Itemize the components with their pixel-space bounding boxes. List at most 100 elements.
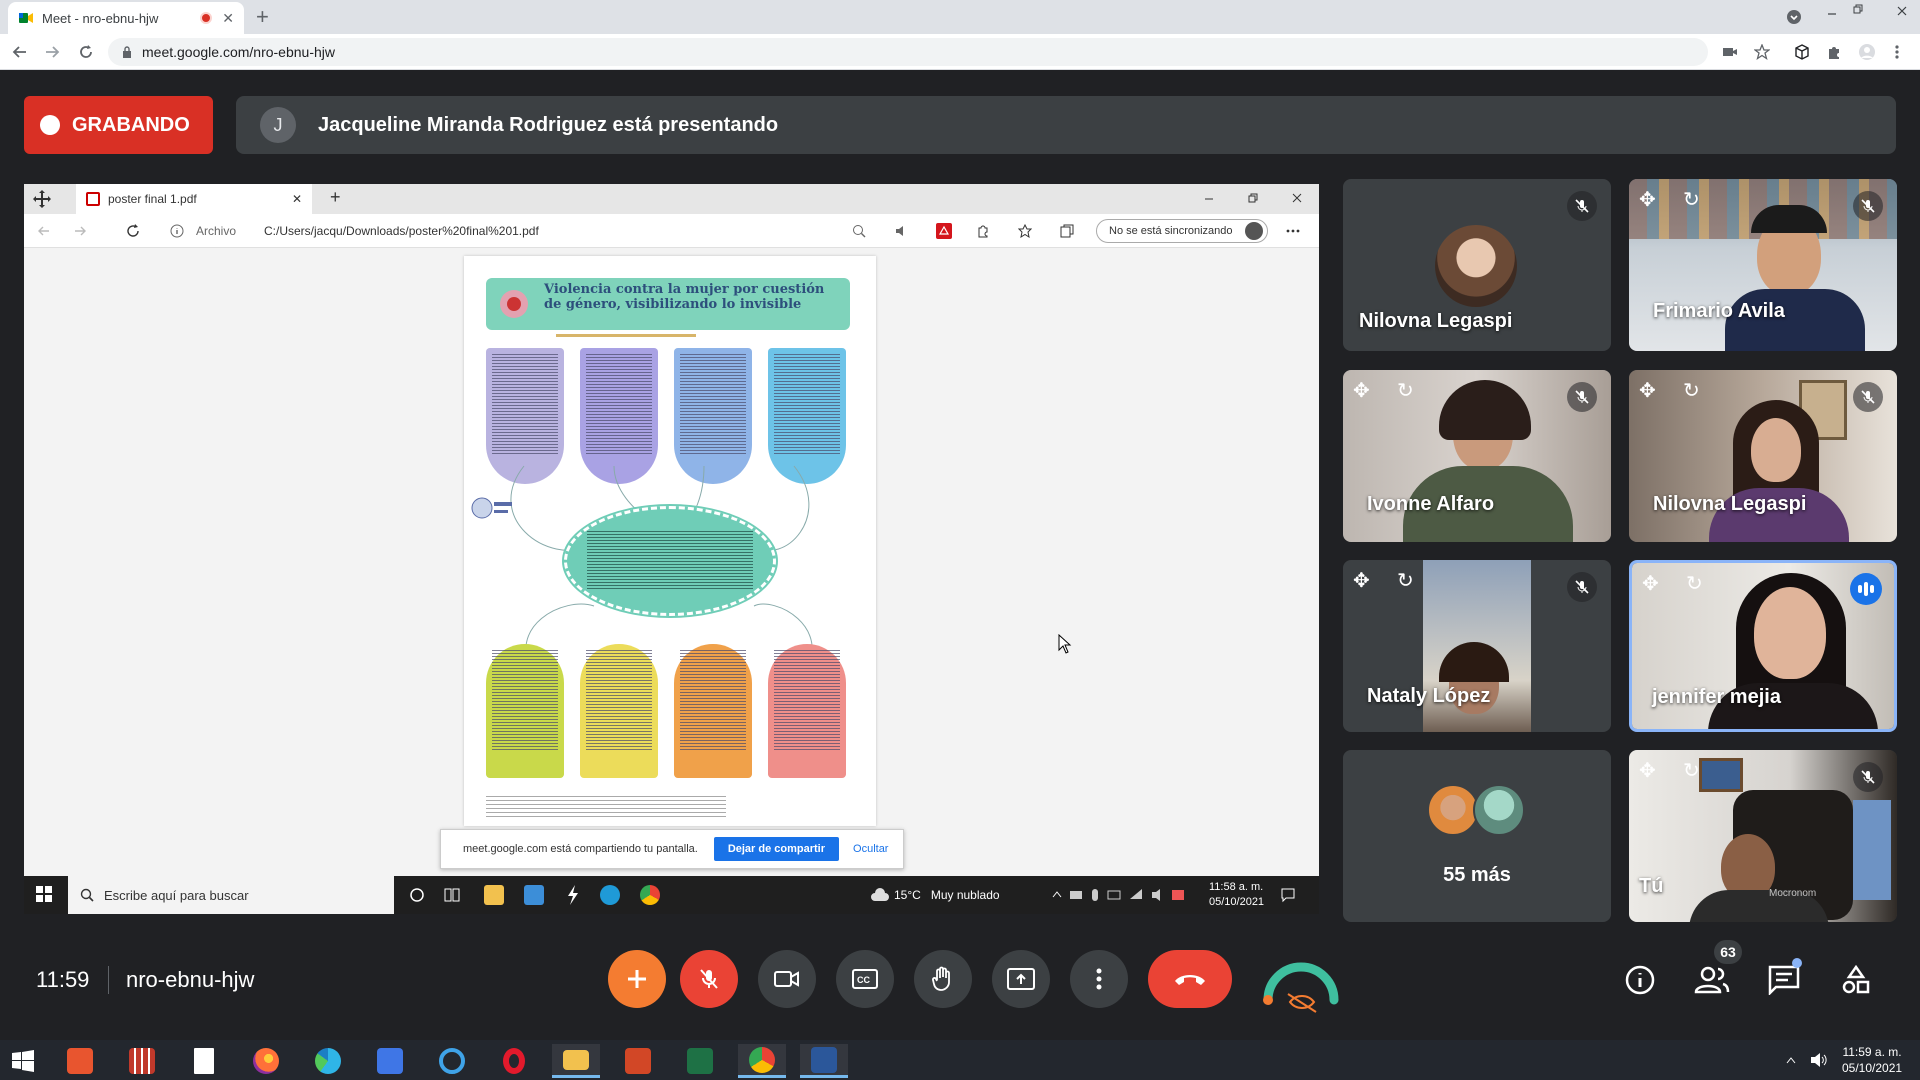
taskbar-app-firefox[interactable] [242,1044,290,1078]
action-center-icon[interactable] [1280,887,1296,903]
taskbar-app-calculator[interactable] [118,1044,166,1078]
forward-icon[interactable] [44,44,60,60]
collections-icon[interactable] [1060,224,1074,238]
info-circle-icon[interactable] [170,224,184,238]
activities-button[interactable] [608,950,666,1008]
raise-hand-button[interactable] [914,950,972,1008]
tray-chevron-icon[interactable] [1052,890,1062,898]
extensions-puzzle-icon[interactable] [1826,44,1842,60]
new-tab-button[interactable]: + [256,4,269,30]
edge-close-tab-icon[interactable]: ✕ [292,192,302,206]
read-aloud-icon[interactable] [894,224,908,238]
chrome-taskbar-icon[interactable] [640,885,660,905]
camera-toggle-button[interactable] [758,950,816,1008]
more-participants-tile[interactable]: 55 más [1343,750,1611,922]
edge-menu-icon[interactable] [1286,229,1300,233]
refresh-video-icon[interactable]: ↻ [1683,758,1700,783]
bookmark-star-icon[interactable] [1754,44,1770,60]
taskbar-app-chrome[interactable] [738,1044,786,1078]
tray-icons[interactable] [1068,887,1198,903]
participant-tile[interactable]: Nilovna Legaspi [1343,179,1611,351]
taskbar-app-ie[interactable] [428,1044,476,1078]
edge-forward-icon[interactable] [74,225,86,237]
back-icon[interactable] [12,44,28,60]
windows-search-box[interactable]: Escribe aquí para buscar [68,876,394,914]
extension-cube-icon[interactable] [1794,44,1810,60]
taskbar-app-word[interactable] [800,1044,848,1078]
move-screen-icon[interactable] [32,189,52,209]
tray-chevron-icon[interactable] [1786,1056,1796,1064]
edge-back-icon[interactable] [38,225,50,237]
microphone-toggle-button[interactable] [680,950,738,1008]
stop-sharing-button[interactable]: Dejar de compartir [713,837,840,861]
recording-badge[interactable]: GRABANDO [24,96,213,154]
edge-close-window-icon[interactable] [1292,193,1302,203]
move-tile-icon[interactable]: ✥ [1353,568,1370,593]
refresh-video-icon[interactable]: ↻ [1683,187,1700,212]
refresh-video-icon[interactable]: ↻ [1686,571,1703,596]
taskbar-app-notepad[interactable] [180,1044,228,1078]
taskbar-app-recorder[interactable] [56,1044,104,1078]
host-system-clock[interactable]: 11:59 a. m. 05/10/2021 [1842,1044,1902,1076]
close-tab-icon[interactable]: ✕ [222,10,234,27]
edge-taskbar-icon[interactable] [600,885,620,905]
windows-start-icon[interactable] [36,886,52,902]
edge-tab-pdf[interactable]: poster final 1.pdf ✕ [76,184,312,214]
minimize-window-icon[interactable] [1826,8,1838,20]
browser-tab-meet[interactable]: Meet - nro-ebnu-hjw ✕ [8,2,244,34]
tab-search-icon[interactable] [1786,9,1802,25]
participant-tile[interactable]: ✥ ↻ Nilovna Legaspi [1629,370,1897,542]
extension-gauge-icon[interactable] [1258,944,1344,1014]
captions-button[interactable]: CC [836,950,894,1008]
browser-menu-icon[interactable] [1894,44,1900,60]
participant-tile[interactable]: ✥ ↻ Frimario Avila [1629,179,1897,351]
move-tile-icon[interactable]: ✥ [1639,187,1656,212]
meeting-code[interactable]: nro-ebnu-hjw [126,967,254,993]
mail-icon[interactable] [524,885,544,905]
meeting-details-button[interactable] [1620,960,1660,1000]
close-window-icon[interactable] [1896,5,1908,17]
edge-new-tab-button[interactable]: + [330,187,341,208]
taskbar-app-opera[interactable] [490,1044,538,1078]
reload-icon[interactable] [78,44,94,60]
file-explorer-icon[interactable] [484,885,504,905]
task-view-icon[interactable] [444,888,460,902]
refresh-video-icon[interactable]: ↻ [1397,568,1414,593]
zoom-icon[interactable] [852,224,866,238]
edge-minimize-icon[interactable] [1204,194,1214,204]
participants-button[interactable] [1692,960,1732,1000]
edge-restore-icon[interactable] [1248,193,1258,203]
shared-system-clock[interactable]: 11:58 a. m. 05/10/2021 [1209,880,1264,910]
sync-status-pill[interactable]: No se está sincronizando [1096,219,1268,243]
participant-tile[interactable]: ✥ ↻ Ivonne Alfaro [1343,370,1611,542]
edge-address-path[interactable]: C:/Users/jacqu/Downloads/poster%20final%… [264,224,539,238]
taskbar-app-drive[interactable] [366,1044,414,1078]
hide-notice-button[interactable]: Ocultar [853,843,888,855]
windows-start-icon[interactable] [12,1050,34,1072]
taskbar-app-excel[interactable] [676,1044,724,1078]
move-tile-icon[interactable]: ✥ [1639,758,1656,783]
address-bar[interactable]: meet.google.com/nro-ebnu-hjw [108,38,1708,66]
leave-call-button[interactable] [1148,950,1232,1008]
self-view-tile[interactable]: ✥ ↻ Mocronom Tú [1629,750,1897,922]
participant-tile[interactable]: ✥ ↻ Nataly López [1343,560,1611,732]
move-tile-icon[interactable]: ✥ [1353,378,1370,403]
refresh-video-icon[interactable]: ↻ [1397,378,1414,403]
cortana-icon[interactable] [410,888,424,902]
volume-icon[interactable] [1810,1052,1828,1068]
refresh-video-icon[interactable]: ↻ [1683,378,1700,403]
more-options-button[interactable] [1070,950,1128,1008]
move-tile-icon[interactable]: ✥ [1642,571,1659,596]
edge-extensions-icon[interactable] [976,224,990,238]
move-tile-icon[interactable]: ✥ [1639,378,1656,403]
participant-tile-active-speaker[interactable]: ✥ ↻ jennifer mejia [1629,560,1897,732]
restore-window-icon[interactable] [1852,3,1864,15]
acrobat-extension-icon[interactable] [936,223,952,239]
teams-lightning-icon[interactable] [566,885,580,905]
activities-panel-button[interactable] [1836,960,1876,1000]
profile-avatar-icon[interactable] [1858,43,1876,61]
taskbar-app-powerpoint[interactable] [614,1044,662,1078]
taskbar-app-explorer[interactable] [552,1044,600,1078]
favorites-icon[interactable] [1018,224,1032,238]
present-now-button[interactable] [992,950,1050,1008]
